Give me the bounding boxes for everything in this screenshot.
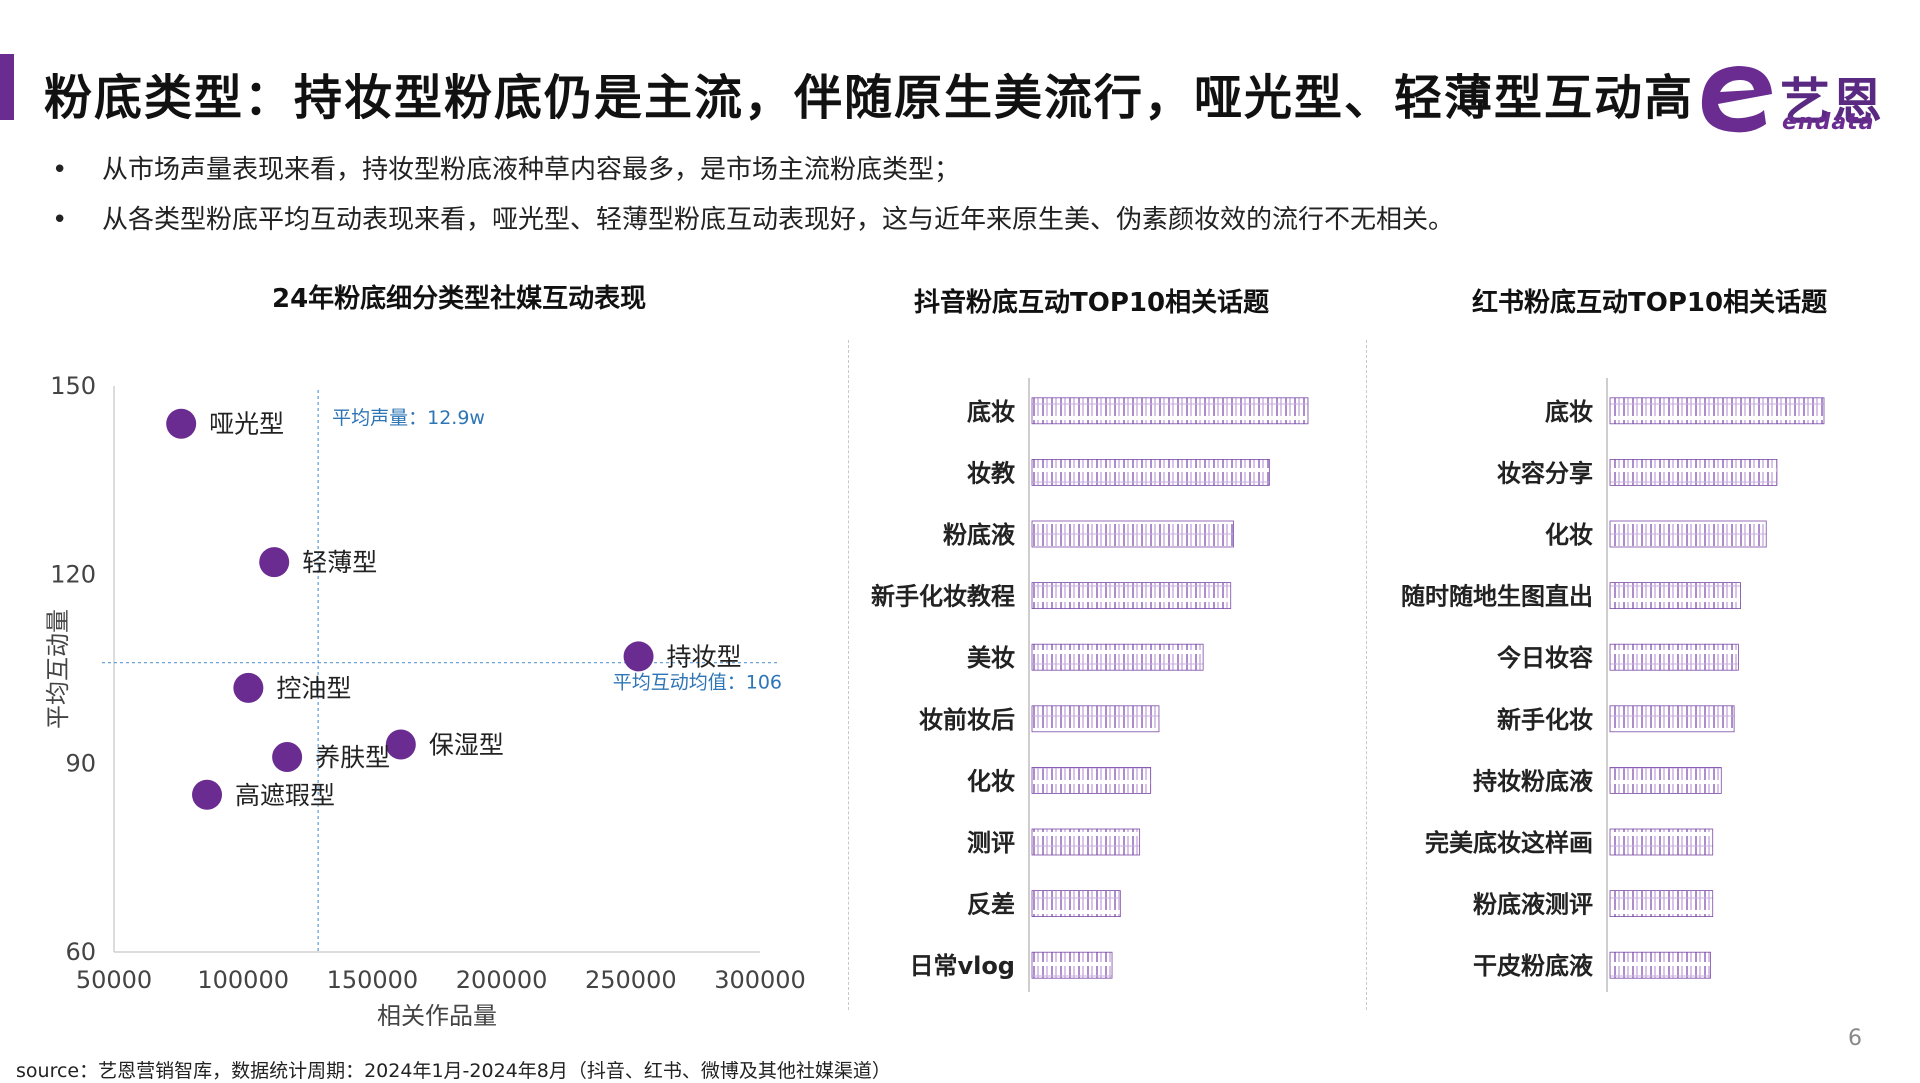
bar-category-label: 随时随地生图直出 [1401, 583, 1593, 611]
xiaohongshu-chart-title: 红书粉底互动TOP10相关话题 [1472, 288, 1828, 318]
bar [1031, 643, 1204, 671]
bar [1609, 766, 1722, 794]
bar [1609, 397, 1825, 425]
bar-category-label: 完美底妆这样画 [1425, 829, 1593, 857]
data-point-label: 轻薄型 [302, 548, 377, 577]
average-interaction-label: 平均互动均值：106 [613, 672, 782, 694]
y-axis-title: 平均互动量 [44, 609, 72, 729]
bar-category-label: 底妆 [1545, 398, 1593, 426]
xiaohongshu-bar-chart: 底妆妆容分享化妆随时随地生图直出今日妆容新手化妆持妆粉底液完美底妆这样画粉底液测… [1401, 378, 1825, 992]
source-footnote: source：艺恩营销智库，数据统计周期：2024年1月-2024年8月（抖音、… [16, 1060, 891, 1082]
bar-category-label: 反差 [967, 891, 1015, 919]
page-title: 粉底类型：持妆型粉底仍是主流，伴随原生美流行，哑光型、轻薄型互动高 [44, 70, 1695, 126]
average-volume-label: 平均声量：12.9w [332, 407, 485, 429]
panel-divider [1366, 340, 1367, 1010]
bar-category-label: 干皮粉底液 [1473, 952, 1593, 980]
x-tick-label: 300000 [714, 966, 806, 994]
endata-logo-icon [1701, 66, 1772, 133]
scatter-chart: 60 90 120 150 50000 100000 150000 200000 250000 3… [44, 372, 806, 1026]
page-number: 6 [1848, 1026, 1862, 1051]
bar-category-label: 测评 [967, 829, 1015, 857]
x-tick-label: 50000 [76, 966, 152, 994]
x-tick-label: 150000 [327, 966, 419, 994]
bullet-marker: • [52, 155, 68, 185]
bullet-marker: • [52, 205, 68, 235]
bar [1609, 705, 1735, 733]
bar-category-label: 妆容分享 [1497, 459, 1593, 487]
data-point-label: 高遮瑕型 [235, 781, 335, 810]
data-point [192, 779, 223, 810]
scatter-chart-title: 24年粉底细分类型社媒互动表现 [272, 284, 647, 314]
data-point [166, 408, 197, 439]
bar-category-label: 持妆粉底液 [1473, 767, 1593, 795]
bar [1031, 890, 1121, 917]
bar [1031, 520, 1234, 548]
bar-category-label: 粉底液 [943, 521, 1015, 549]
bar-category-label: 今日妆容 [1497, 644, 1593, 672]
y-tick-label: 90 [65, 749, 96, 777]
data-point-label: 哑光型 [209, 410, 284, 439]
bar [1031, 459, 1270, 486]
bar [1609, 643, 1739, 671]
bullet-text: 从各类型粉底平均互动表现来看，哑光型、轻薄型粉底互动表现好，这与近年来原生美、伪… [102, 205, 1455, 235]
bar-category-label: 妆前妆后 [919, 706, 1015, 734]
bar [1031, 705, 1160, 733]
x-tick-label: 100000 [197, 966, 289, 994]
data-point-label: 保湿型 [429, 730, 504, 759]
bar [1609, 890, 1714, 917]
bar-category-label: 美妆 [967, 644, 1015, 672]
bar [1609, 951, 1711, 979]
bar-category-label: 新手化妆教程 [871, 583, 1015, 611]
bar [1609, 828, 1714, 856]
bar-category-label: 日常vlog [909, 952, 1015, 980]
douyin-bar-chart: 底妆妆教粉底液新手化妆教程美妆妆前妆后化妆测评反差日常vlog [871, 378, 1309, 992]
bar [1031, 828, 1141, 856]
data-point-label: 控油型 [276, 674, 351, 703]
bar-category-label: 粉底液测评 [1473, 891, 1593, 919]
data-point [259, 547, 290, 578]
bar [1031, 582, 1232, 610]
y-tick-label: 120 [50, 561, 96, 589]
data-point [272, 742, 303, 773]
bar [1609, 520, 1767, 548]
logo-english-text: endata [1782, 110, 1875, 135]
data-point-label: 持妆型 [667, 642, 742, 671]
title-accent-bar [0, 54, 14, 120]
data-point [623, 641, 654, 672]
bar-category-label: 化妆 [1545, 521, 1593, 549]
data-point-label: 养肤型 [315, 743, 390, 772]
douyin-chart-title: 抖音粉底互动TOP10相关话题 [914, 288, 1270, 318]
bar [1031, 951, 1113, 979]
bar [1031, 397, 1309, 425]
bar-category-label: 化妆 [967, 767, 1015, 795]
endata-logo: 艺恩 endata [1692, 60, 1892, 138]
data-point [233, 672, 264, 703]
bar [1609, 459, 1778, 486]
bar-category-label: 妆教 [967, 459, 1016, 487]
x-tick-label: 200000 [456, 966, 548, 994]
bar-category-label: 底妆 [967, 398, 1015, 426]
x-tick-label: 250000 [585, 966, 677, 994]
bar [1609, 582, 1741, 610]
x-axis-title: 相关作品量 [377, 1002, 497, 1026]
y-tick-label: 150 [50, 372, 96, 400]
data-point [385, 729, 416, 760]
bar-category-label: 新手化妆 [1497, 706, 1593, 734]
bullet-text: 从市场声量表现来看，持妆型粉底液种草内容最多，是市场主流粉底类型； [102, 155, 961, 185]
y-tick-label: 60 [65, 938, 96, 966]
bar [1031, 766, 1152, 794]
